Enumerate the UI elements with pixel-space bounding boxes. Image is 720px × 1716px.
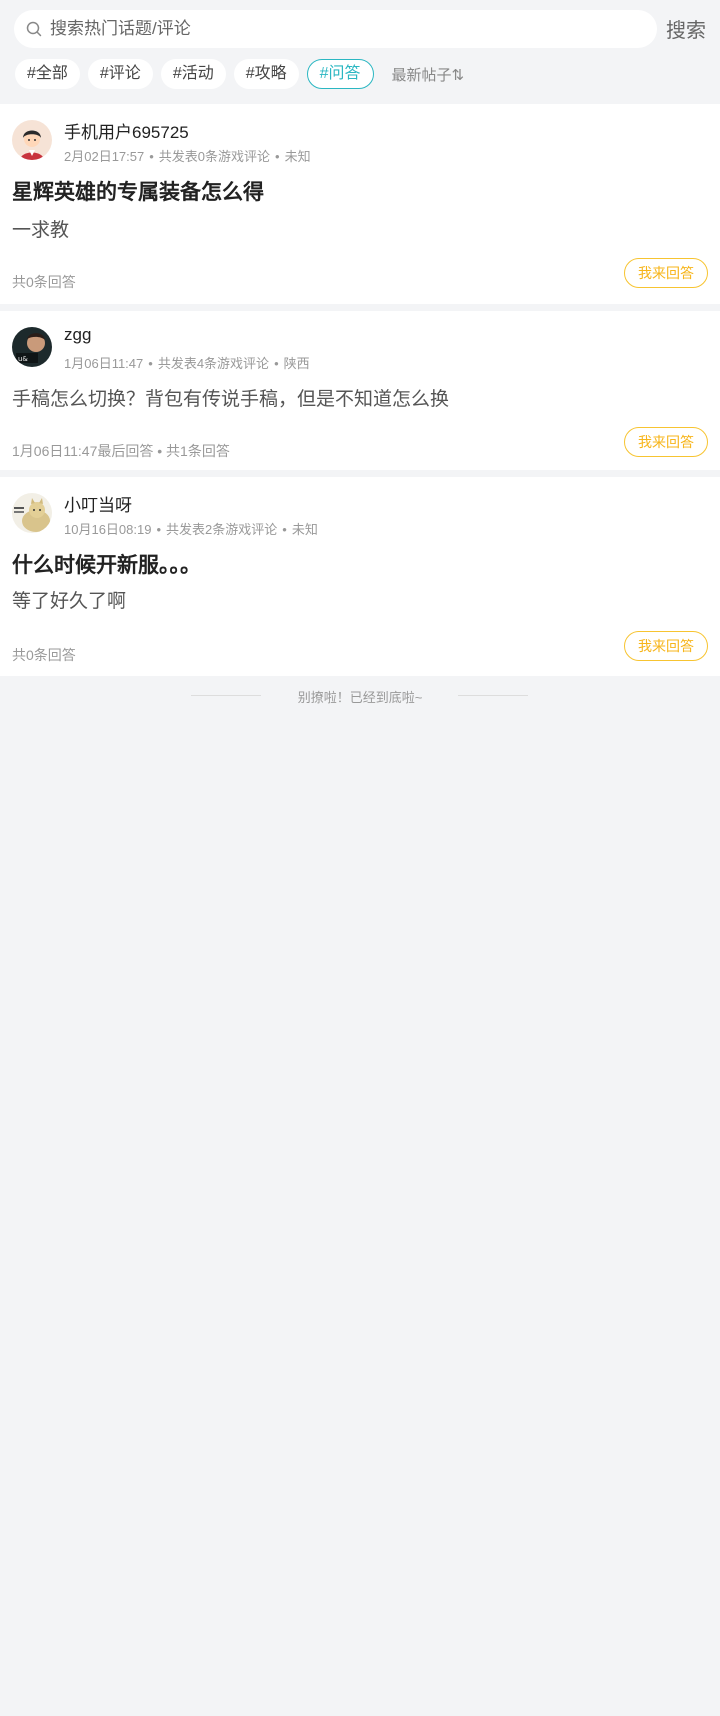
separator-dot: •: [275, 149, 280, 164]
search-icon: [26, 21, 42, 37]
post-meta: 10月16日08:19 • 共发表2条游戏评论 • 未知: [64, 519, 318, 538]
post-time: 1月06日11:47: [64, 356, 144, 371]
post-card[interactable]: 小叮当呀 10月16日08:19 • 共发表2条游戏评论 • 未知 什么时候开新服。。。…: [0, 477, 720, 676]
post-title: 什么时候开新服。。。: [12, 554, 201, 577]
separator-dot: •: [274, 356, 279, 371]
divider-line: [458, 695, 528, 696]
post-count: 共发表4条游戏评论: [157, 356, 270, 371]
separator-dot: •: [149, 149, 154, 164]
cartoon-avatar-icon[interactable]: [12, 120, 52, 160]
separator-dot: •: [148, 356, 153, 371]
post-footer: 1月06日11:47最后回答 • 共1条回答 我来回答: [0, 425, 720, 479]
search-button[interactable]: 搜索: [666, 14, 706, 43]
post-card[interactable]: 手机用户695725 2月02日17:57 • 共发表0条游戏评论 • 未知 星辉英雄的…: [0, 104, 720, 304]
separator-dot: •: [282, 522, 287, 537]
post-title: 星辉英雄的专属装备怎么得: [12, 181, 264, 204]
post-header: u& zgg 1月06日11:47 • 共发表4条游戏评论 • 陕西: [0, 311, 720, 371]
post-footer: 共0条回答 我来回答: [0, 256, 720, 310]
post-header: 小叮当呀 10月16日08:19 • 共发表2条游戏评论 • 未知: [0, 477, 720, 537]
search-bar[interactable]: [14, 9, 657, 49]
post-author[interactable]: 手机用户695725: [64, 118, 189, 143]
post-location: 陕西: [283, 356, 310, 371]
tag-events[interactable]: #活动: [160, 59, 226, 89]
header: 搜索 #全部 #评论 #活动 #攻略 #问答 最新帖子⇅: [0, 0, 720, 104]
answer-button[interactable]: 我来回答: [624, 258, 708, 288]
tag-all[interactable]: #全部: [15, 59, 80, 89]
answer-count: 共0条回答: [12, 274, 76, 290]
post-location: 未知: [291, 522, 318, 537]
post-author[interactable]: zgg: [64, 325, 91, 345]
post-author[interactable]: 小叮当呀: [64, 491, 132, 516]
answer-count: 共0条回答: [12, 647, 76, 663]
photo-avatar-icon[interactable]: u&: [12, 327, 52, 367]
answer-button[interactable]: 我来回答: [624, 631, 708, 661]
last-answer-info: 1月06日11:47最后回答 • 共1条回答: [12, 443, 230, 459]
post-footer: 共0条回答 我来回答: [0, 629, 720, 683]
end-of-list-note: 别撩啦！已经到底啦~: [0, 676, 720, 716]
post-location: 未知: [284, 149, 311, 164]
post-meta: 2月02日17:57 • 共发表0条游戏评论 • 未知: [64, 146, 311, 165]
post-time: 2月02日17:57: [64, 149, 145, 164]
sort-toggle[interactable]: 最新帖子⇅: [392, 64, 465, 85]
post-body: 手稿怎么切换？背包有传说手稿，但是不知道怎么换: [12, 389, 450, 410]
tag-reviews[interactable]: #评论: [87, 59, 153, 89]
svg-text:u&: u&: [18, 355, 28, 363]
answer-button[interactable]: 我来回答: [624, 427, 708, 457]
tag-filter-bar: #全部 #评论 #活动 #攻略 #问答 最新帖子⇅: [15, 59, 464, 89]
tag-qa[interactable]: #问答: [306, 59, 374, 89]
end-of-list-text: 别撩啦！已经到底啦~: [297, 690, 423, 705]
post-header: 手机用户695725 2月02日17:57 • 共发表0条游戏评论 • 未知: [0, 104, 720, 164]
cat-avatar-icon[interactable]: [12, 493, 52, 533]
post-time: 10月16日08:19: [64, 522, 152, 537]
post-count: 共发表2条游戏评论: [166, 522, 278, 537]
separator-dot: •: [156, 522, 162, 537]
search-input[interactable]: [48, 9, 657, 49]
post-body: 一求教: [12, 220, 70, 241]
post-count: 共发表0条游戏评论: [158, 149, 271, 164]
post-meta: 1月06日11:47 • 共发表4条游戏评论 • 陕西: [64, 353, 310, 372]
post-card[interactable]: u& zgg 1月06日11:47 • 共发表4条游戏评论 • 陕西 手稿怎么切换？背包…: [0, 311, 720, 470]
post-body: 等了好久了啊: [12, 591, 127, 612]
tag-guides[interactable]: #攻略: [233, 59, 299, 89]
